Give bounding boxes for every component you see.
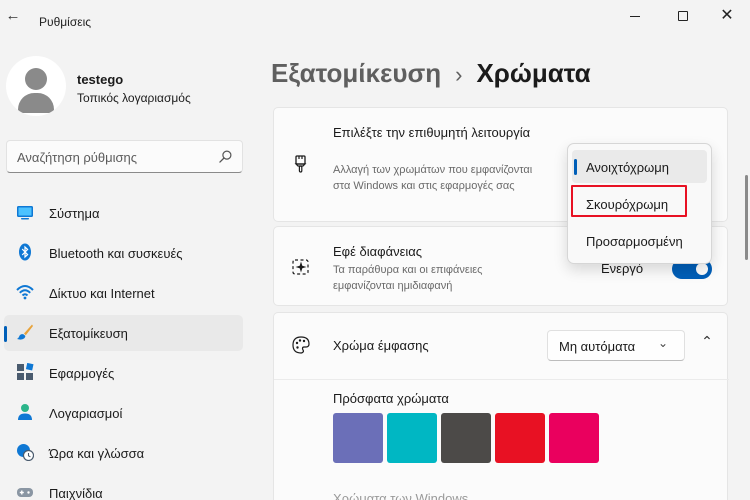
wifi-icon	[16, 285, 34, 300]
globe-clock-icon	[17, 444, 34, 461]
gamepad-icon	[17, 488, 33, 497]
accent-card: Χρώμα έμφασης Μη αυτόματα ⌄ ⌃ Πρόσφατα χ…	[273, 312, 729, 500]
close-icon: ✕	[720, 7, 734, 24]
color-swatch[interactable]	[333, 413, 383, 463]
transparency-title: Εφέ διαφάνειας	[333, 244, 423, 259]
sidebar-item-label: Εξατομίκευση	[49, 326, 128, 341]
scrollbar[interactable]	[745, 175, 748, 260]
page-title: Χρώματα	[476, 58, 591, 88]
bluetooth-icon	[19, 243, 31, 261]
user-profile[interactable]: testego Τοπικός λογαριασμός	[6, 56, 246, 118]
mode-title: Επιλέξτε την επιθυμητή λειτουργία	[333, 125, 531, 140]
minimize-icon	[630, 15, 640, 17]
maximize-icon	[678, 11, 688, 21]
sidebar-item-system[interactable]: Σύστημα	[4, 195, 243, 231]
sidebar-item-label: Λογαριασμοί	[49, 406, 123, 421]
color-swatch[interactable]	[495, 413, 545, 463]
dropdown-option-light[interactable]: Ανοιχτόχρωμη	[572, 150, 707, 183]
back-button[interactable]: ←	[4, 8, 22, 24]
color-swatch[interactable]	[387, 413, 437, 463]
sidebar-item-label: Παιχνίδια	[49, 486, 103, 500]
color-swatch[interactable]	[549, 413, 599, 463]
app-title: Ρυθμίσεις	[39, 15, 92, 29]
search-icon	[219, 150, 232, 163]
highlight-annotation	[571, 185, 687, 217]
sidebar-item-label: Εφαρμογές	[49, 366, 115, 381]
option-label: Προσαρμοσμένη	[586, 234, 683, 249]
recent-colors-label: Πρόσφατα χρώματα	[333, 391, 449, 406]
breadcrumb-parent-link[interactable]: Εξατομίκευση	[271, 58, 441, 89]
accounts-icon	[18, 404, 32, 420]
minimize-button[interactable]	[612, 2, 658, 30]
avatar	[6, 56, 66, 116]
user-name: testego	[77, 72, 124, 87]
accent-select-value: Μη αυτόματα	[559, 339, 636, 354]
search-input[interactable]: Αναζήτηση ρύθμισης	[6, 140, 243, 173]
system-icon	[17, 206, 33, 220]
sidebar-item-gaming[interactable]: Παιχνίδια	[4, 475, 243, 500]
windows-colors-label: Χρώματα των Windows	[333, 491, 469, 500]
sidebar-item-apps[interactable]: Εφαρμογές	[4, 355, 243, 391]
accent-title: Χρώμα έμφασης	[333, 338, 429, 353]
sidebar-item-personalization[interactable]: Εξατομίκευση	[4, 315, 243, 351]
account-type: Τοπικός λογαριασμός	[77, 91, 191, 105]
maximize-button[interactable]	[660, 2, 706, 30]
sidebar-item-accounts[interactable]: Λογαριασμοί	[4, 395, 243, 431]
sidebar-nav: Σύστημα Bluetooth και συσκευές Δίκτυο κα…	[4, 195, 244, 500]
sidebar-item-time-language[interactable]: Ώρα και γλώσσα	[4, 435, 243, 471]
transparency-subtitle: Τα παράθυρα και οι επιφάνειες εμφανίζοντ…	[333, 264, 483, 292]
sidebar-item-label: Σύστημα	[49, 206, 100, 221]
chevron-up-icon: ⌃	[701, 333, 713, 349]
sidebar-item-label: Ώρα και γλώσσα	[49, 446, 145, 461]
brush-icon	[294, 155, 307, 173]
sidebar-item-network[interactable]: Δίκτυο και Internet	[4, 275, 243, 311]
color-swatch[interactable]	[441, 413, 491, 463]
search-placeholder: Αναζήτηση ρύθμισης	[17, 150, 138, 165]
dropdown-option-custom[interactable]: Προσαρμοσμένη	[572, 224, 707, 257]
collapse-button[interactable]: ⌃	[694, 333, 720, 357]
mode-subtitle: Αλλαγή των χρωμάτων που εμφανίζονται στα…	[333, 164, 533, 192]
sparkle-icon	[292, 259, 309, 275]
toggle-knob	[696, 263, 708, 275]
chevron-down-icon: ⌄	[658, 336, 669, 350]
close-button[interactable]: ✕	[704, 2, 750, 30]
recent-colors-swatches	[333, 413, 599, 463]
divider	[274, 379, 729, 380]
breadcrumb-separator: ›	[455, 62, 463, 87]
brush-icon	[17, 324, 33, 340]
sidebar-item-label: Bluetooth και συσκευές	[49, 246, 183, 261]
sidebar-item-bluetooth[interactable]: Bluetooth και συσκευές	[4, 235, 243, 271]
sidebar-item-label: Δίκτυο και Internet	[49, 286, 155, 301]
apps-icon	[17, 363, 34, 380]
title-bar: ← Ρυθμίσεις ✕	[0, 0, 750, 32]
option-label: Ανοιχτόχρωμη	[586, 160, 669, 175]
accent-mode-select[interactable]: Μη αυτόματα ⌄	[547, 330, 685, 361]
palette-icon	[292, 336, 310, 354]
breadcrumb: Εξατομίκευση › Χρώματα	[271, 58, 591, 94]
